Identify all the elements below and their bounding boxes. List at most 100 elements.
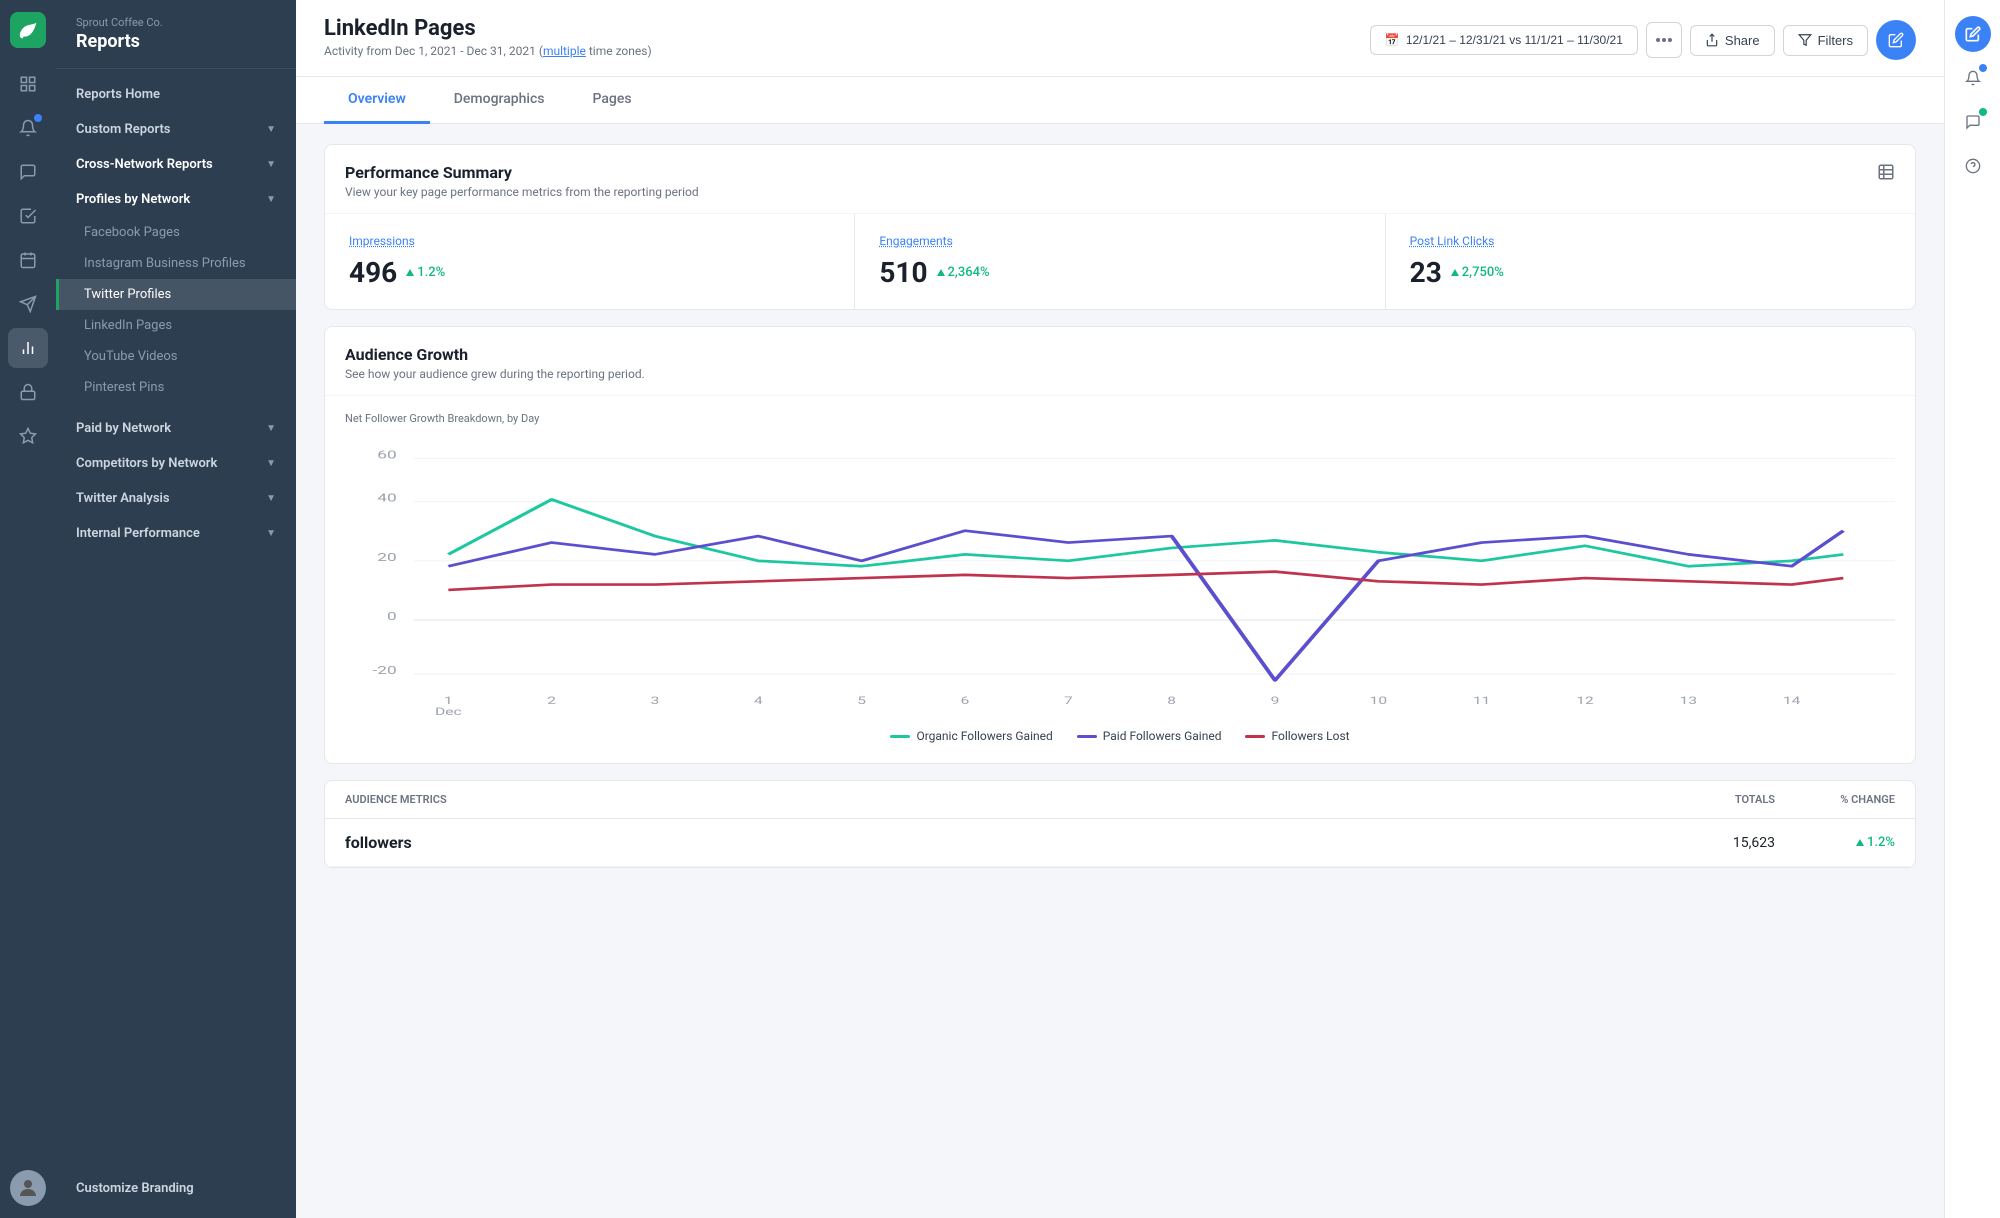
tab-demographics[interactable]: Demographics bbox=[430, 77, 569, 124]
sidebar-nav: Reports Home Custom Reports ▼ Cross-Netw… bbox=[56, 69, 296, 1159]
sidebar-item-custom-reports[interactable]: Custom Reports ▼ bbox=[56, 112, 296, 147]
svg-text:9: 9 bbox=[1271, 696, 1280, 707]
edit-button[interactable] bbox=[1876, 20, 1916, 60]
sidebar-item-customize-branding[interactable]: Customize Branding bbox=[76, 1171, 276, 1206]
table-row: followers 15,623 1.2% bbox=[325, 819, 1915, 867]
svg-text:12: 12 bbox=[1576, 696, 1593, 707]
sidebar-item-twitter-profiles[interactable]: Twitter Profiles bbox=[56, 279, 296, 310]
more-options-button[interactable] bbox=[1646, 22, 1682, 58]
sidebar-bottom: Customize Branding bbox=[56, 1159, 296, 1218]
sidebar-item-instagram-business[interactable]: Instagram Business Profiles bbox=[56, 248, 296, 279]
svg-text:14: 14 bbox=[1783, 696, 1800, 707]
chart-legend: Organic Followers Gained Paid Followers … bbox=[345, 729, 1895, 743]
svg-text:7: 7 bbox=[1064, 696, 1073, 707]
legend-paid-color bbox=[1077, 735, 1097, 738]
chart-container: Net Follower Growth Breakdown, by Day 60… bbox=[325, 396, 1915, 763]
notification-icon[interactable] bbox=[1955, 60, 1991, 96]
tab-pages[interactable]: Pages bbox=[569, 77, 656, 124]
svg-text:13: 13 bbox=[1680, 696, 1697, 707]
chevron-down-icon: ▼ bbox=[266, 423, 276, 434]
audience-metrics-card: Audience Metrics Totals % Change followe… bbox=[324, 780, 1916, 868]
svg-text:5: 5 bbox=[857, 696, 866, 707]
impressions-change: 1.2% bbox=[405, 265, 445, 280]
svg-text:11: 11 bbox=[1473, 696, 1490, 707]
col-audience-metrics: Audience Metrics bbox=[345, 793, 1655, 806]
col-totals: Totals bbox=[1655, 793, 1775, 806]
chevron-down-icon: ▼ bbox=[266, 124, 276, 135]
engagements-label[interactable]: Engagements bbox=[879, 234, 1360, 248]
metric-post-link-clicks: Post Link Clicks 23 2,750% bbox=[1386, 214, 1915, 309]
post-link-clicks-change: 2,750% bbox=[1450, 265, 1504, 280]
top-bar: LinkedIn Pages Activity from Dec 1, 2021… bbox=[296, 0, 1944, 77]
chevron-down-icon: ▼ bbox=[266, 493, 276, 504]
sidebar-item-reports-home[interactable]: Reports Home bbox=[56, 77, 296, 112]
chevron-down-icon: ▼ bbox=[266, 528, 276, 539]
row-followers-label: followers bbox=[345, 833, 1655, 852]
feedback-icon[interactable] bbox=[1955, 104, 1991, 140]
impressions-label[interactable]: Impressions bbox=[349, 234, 830, 248]
svg-text:2: 2 bbox=[547, 696, 556, 707]
nav-notifications-icon[interactable] bbox=[8, 108, 48, 148]
sidebar-item-twitter-analysis[interactable]: Twitter Analysis ▼ bbox=[56, 481, 296, 516]
chevron-down-icon: ▼ bbox=[266, 194, 276, 205]
page-header: LinkedIn Pages Activity from Dec 1, 2021… bbox=[324, 16, 652, 58]
share-button[interactable]: Share bbox=[1690, 25, 1775, 56]
svg-text:6: 6 bbox=[961, 696, 970, 707]
post-link-clicks-label[interactable]: Post Link Clicks bbox=[1410, 234, 1891, 248]
chart-area: 60 40 20 0 -20 1 Dec 2 bbox=[345, 437, 1895, 717]
company-name: Sprout Coffee Co. bbox=[76, 16, 276, 29]
metric-impressions: Impressions 496 1.2% bbox=[325, 214, 855, 309]
section-title: Reports bbox=[76, 31, 276, 52]
nav-tasks-icon[interactable] bbox=[8, 196, 48, 236]
sidebar-item-profiles-by-network[interactable]: Profiles by Network ▼ bbox=[56, 182, 296, 217]
sidebar-item-facebook-pages[interactable]: Facebook Pages bbox=[56, 217, 296, 248]
sidebar-item-competitors-by-network[interactable]: Competitors by Network ▼ bbox=[56, 446, 296, 481]
svg-text:-20: -20 bbox=[373, 664, 397, 677]
legend-lost: Followers Lost bbox=[1245, 729, 1349, 743]
sidebar-item-pinterest-pins[interactable]: Pinterest Pins bbox=[56, 372, 296, 403]
sidebar-item-youtube-videos[interactable]: YouTube Videos bbox=[56, 341, 296, 372]
nav-compose-icon[interactable] bbox=[8, 64, 48, 104]
timezone-link[interactable]: multiple bbox=[543, 44, 586, 58]
audience-growth-subtitle: See how your audience grew during the re… bbox=[345, 367, 645, 381]
nav-send-icon[interactable] bbox=[8, 284, 48, 324]
audience-chart-svg: 60 40 20 0 -20 1 Dec 2 bbox=[345, 437, 1895, 717]
content-area: Performance Summary View your key page p… bbox=[296, 124, 1944, 1218]
feedback-badge bbox=[1979, 108, 1987, 116]
compose-icon[interactable] bbox=[1955, 16, 1991, 52]
right-rail bbox=[1944, 0, 2000, 1218]
nav-bots-icon[interactable] bbox=[8, 372, 48, 412]
col-change: % Change bbox=[1775, 793, 1895, 806]
nav-messages-icon[interactable] bbox=[8, 152, 48, 192]
sidebar-item-linkedin-pages[interactable]: LinkedIn Pages bbox=[56, 310, 296, 341]
svg-text:4: 4 bbox=[754, 696, 763, 707]
notification-badge bbox=[1979, 64, 1987, 72]
sidebar-item-paid-by-network[interactable]: Paid by Network ▼ bbox=[56, 411, 296, 446]
table-view-icon[interactable] bbox=[1877, 163, 1895, 185]
app-logo[interactable] bbox=[10, 12, 46, 48]
nav-calendar-icon[interactable] bbox=[8, 240, 48, 280]
nav-star-icon[interactable] bbox=[8, 416, 48, 456]
legend-organic: Organic Followers Gained bbox=[890, 729, 1052, 743]
chevron-down-icon: ▼ bbox=[266, 458, 276, 469]
help-icon[interactable] bbox=[1955, 148, 1991, 184]
nav-reports-icon[interactable] bbox=[8, 328, 48, 368]
sidebar-item-cross-network[interactable]: Cross-Network Reports ▼ bbox=[56, 147, 296, 182]
audience-growth-card: Audience Growth See how your audience gr… bbox=[324, 326, 1916, 764]
chevron-down-icon: ▼ bbox=[266, 159, 276, 170]
date-range-button[interactable]: 📅 12/1/21 – 12/31/21 vs 11/1/21 – 11/30/… bbox=[1370, 25, 1638, 55]
legend-organic-color bbox=[890, 735, 910, 738]
page-title: LinkedIn Pages bbox=[324, 16, 652, 41]
filters-button[interactable]: Filters bbox=[1783, 25, 1868, 56]
post-link-clicks-value: 23 bbox=[1410, 256, 1442, 289]
audience-growth-header: Audience Growth See how your audience gr… bbox=[325, 327, 1915, 396]
tab-overview[interactable]: Overview bbox=[324, 77, 430, 124]
svg-text:0: 0 bbox=[387, 610, 397, 623]
sidebar-item-internal-performance[interactable]: Internal Performance ▼ bbox=[56, 516, 296, 551]
svg-text:1: 1 bbox=[444, 696, 453, 707]
svg-text:8: 8 bbox=[1167, 696, 1176, 707]
user-avatar[interactable] bbox=[10, 1170, 46, 1206]
card-header: Performance Summary View your key page p… bbox=[325, 145, 1915, 214]
metrics-row: Impressions 496 1.2% Engagements 510 bbox=[325, 214, 1915, 309]
legend-paid: Paid Followers Gained bbox=[1077, 729, 1222, 743]
